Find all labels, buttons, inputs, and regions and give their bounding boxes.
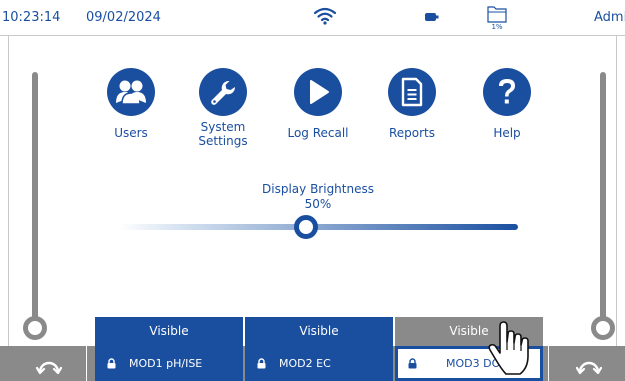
- battery-icon: [425, 13, 439, 21]
- question-icon: [483, 68, 531, 116]
- storage-percent: 1%: [491, 23, 503, 31]
- system-settings-button[interactable]: System Settings: [183, 68, 263, 148]
- system-settings-label: System Settings: [198, 120, 248, 148]
- date-display: 09/02/2024: [86, 10, 161, 25]
- refresh-icon[interactable]: [576, 354, 602, 376]
- lock-icon: [257, 358, 266, 369]
- left-vertical-slider-track[interactable]: [32, 72, 38, 322]
- user-name[interactable]: Admin: [594, 10, 625, 25]
- refresh-icon[interactable]: [36, 354, 62, 376]
- wrench-icon: [199, 68, 247, 116]
- users-icon: [107, 68, 155, 116]
- status-bar: 10:23:14 09/02/2024 1% Admin: [0, 0, 625, 36]
- wifi-icon: [314, 7, 336, 25]
- mod1-tab[interactable]: MOD1 pH/ISE: [95, 346, 243, 381]
- brightness-label: Display Brightness: [262, 182, 374, 196]
- mod2-tab[interactable]: MOD2 EC: [245, 346, 393, 381]
- lock-icon: [107, 358, 116, 369]
- lock-icon: [408, 358, 417, 369]
- pointing-hand-icon: [488, 321, 529, 375]
- mod1-name: MOD1 pH/ISE: [129, 357, 203, 370]
- left-vertical-slider-thumb[interactable]: [23, 316, 47, 340]
- log-recall-button[interactable]: Log Recall: [278, 68, 358, 140]
- brightness-slider-track[interactable]: [118, 224, 518, 230]
- mod2-visible-button[interactable]: Visible: [245, 317, 393, 346]
- mod1-visible-button[interactable]: Visible: [95, 317, 243, 346]
- mod2-name: MOD2 EC: [279, 357, 331, 370]
- brightness-value: 50%: [304, 197, 332, 211]
- divider: [548, 346, 549, 381]
- help-label: Help: [493, 126, 521, 140]
- log-recall-label: Log Recall: [287, 126, 349, 140]
- play-icon: [294, 68, 342, 116]
- right-vertical-slider-track[interactable]: [600, 72, 606, 322]
- reports-label: Reports: [388, 126, 436, 140]
- users-button[interactable]: Users: [91, 68, 171, 140]
- clock-time: 10:23:14: [2, 10, 61, 25]
- divider: [86, 346, 87, 381]
- reports-button[interactable]: Reports: [372, 68, 452, 140]
- brightness-slider-thumb[interactable]: [294, 215, 318, 239]
- help-button[interactable]: Help: [467, 68, 547, 140]
- document-icon: [388, 68, 436, 116]
- storage-icon[interactable]: 1%: [487, 4, 507, 32]
- right-vertical-slider-thumb[interactable]: [591, 316, 615, 340]
- users-label: Users: [114, 126, 148, 140]
